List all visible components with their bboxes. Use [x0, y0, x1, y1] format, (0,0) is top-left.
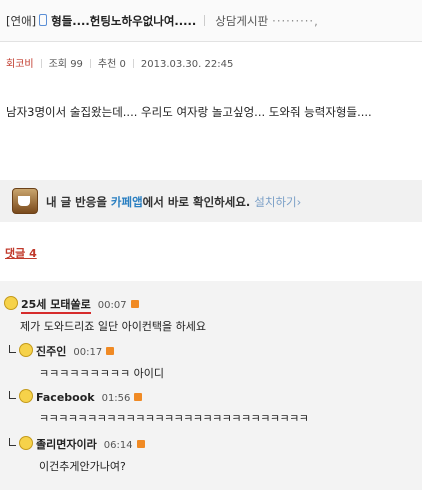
meta-divider [40, 59, 42, 68]
post-body: 남자3명이서 술집왔는데.... 우리도 여자랑 놀고싶엉... 도와줘 능력자… [6, 105, 372, 119]
reply-item: Facebook 01:56 ㅋㅋㅋㅋㅋㅋㅋㅋㅋㅋㅋㅋㅋㅋㅋㅋㅋㅋㅋㅋㅋㅋㅋㅋㅋㅋ… [9, 389, 309, 426]
meta-divider [89, 59, 91, 68]
title-divider [204, 15, 206, 26]
install-label: 설치하기 [254, 195, 297, 209]
new-badge-icon [136, 440, 145, 448]
promo-message: 내 글 반응을 카페앱에서 바로 확인하세요. 설치하기› [46, 194, 301, 210]
comment-time: 00:07 [97, 300, 127, 311]
post-title-line: [연애] 형들....헌팅노하우없나여..... 상담게시판 ·········, [6, 13, 319, 29]
new-badge-icon [130, 300, 139, 308]
header-divider [0, 41, 422, 42]
reply-item: 진주인 00:17 ㅋㅋㅋㅋㅋㅋㅋㅋㅋ 아이디 [9, 343, 164, 381]
cafe-app-promo: 내 글 반응을 카페앱에서 바로 확인하세요. 설치하기› [0, 180, 422, 222]
post-category: [연애] [6, 14, 37, 28]
board-dots: ·········, [272, 14, 319, 28]
post-header: [연애] 형들....헌팅노하우없나여..... 상담게시판 ·········, [0, 0, 422, 41]
promo-suffix: 에서 바로 확인하세요. [142, 195, 251, 209]
board-link[interactable]: 상담게시판 [215, 14, 268, 28]
comment-nickname[interactable]: 25세 모태쏠로 [21, 298, 91, 314]
reply-arrow-icon [9, 391, 16, 399]
emoticon-icon [19, 389, 33, 403]
emoticon-icon [4, 296, 18, 310]
author-name[interactable]: 회코비 [6, 59, 34, 70]
post-datetime: 2013.03.30. 22:45 [140, 59, 234, 70]
comment-time: 01:56 [101, 393, 131, 404]
comment-nickname[interactable]: 진주인 [36, 345, 66, 358]
comment-nickname[interactable]: Facebook [36, 391, 95, 404]
comment-text: ㅋㅋㅋㅋㅋㅋㅋㅋㅋㅋㅋㅋㅋㅋㅋㅋㅋㅋㅋㅋㅋㅋㅋㅋㅋㅋㅋㅋ [39, 412, 309, 425]
comment-time: 06:14 [103, 440, 133, 451]
new-badge-icon [134, 393, 143, 401]
chevron-right-icon: › [296, 195, 302, 209]
reply-arrow-icon [9, 438, 16, 446]
meta-divider [132, 59, 134, 68]
comment-text: 제가 도와드리죠 일단 아이컨택을 하세요 [20, 320, 207, 333]
comment-time: 00:17 [73, 347, 103, 358]
reply-arrow-icon [9, 345, 16, 353]
post-title: 형들....헌팅노하우없나여..... [51, 14, 197, 28]
install-link[interactable]: 설치하기› [254, 195, 301, 209]
emoticon-icon [19, 343, 33, 357]
cafe-app-icon [12, 188, 38, 214]
like-count: 추천 0 [97, 59, 126, 70]
comment-count-link[interactable]: 댓글 4 [5, 245, 37, 261]
comment-text: 이건추게안가나여? [39, 460, 126, 473]
reply-item: 졸리면자이라 06:14 이건추게안가나여? [9, 436, 145, 474]
promo-cafe-app: 카페앱 [110, 195, 143, 209]
comment-text: ㅋㅋㅋㅋㅋㅋㅋㅋㅋ 아이디 [39, 367, 164, 380]
view-count: 조회 99 [48, 59, 83, 70]
new-badge-icon [106, 347, 115, 355]
mobile-icon [39, 14, 48, 26]
post-meta: 회코비 조회 99 추천 0 2013.03.30. 22:45 [6, 55, 233, 70]
promo-prefix: 내 글 반응을 [46, 195, 111, 209]
emoticon-icon [19, 436, 33, 450]
comment-section: 25세 모태쏠로 00:07 제가 도와드리죠 일단 아이컨택을 하세요 진주인 0… [0, 281, 422, 490]
comment-item: 25세 모태쏠로 00:07 제가 도와드리죠 일단 아이컨택을 하세요 [4, 296, 206, 334]
comment-nickname[interactable]: 졸리면자이라 [36, 438, 97, 451]
